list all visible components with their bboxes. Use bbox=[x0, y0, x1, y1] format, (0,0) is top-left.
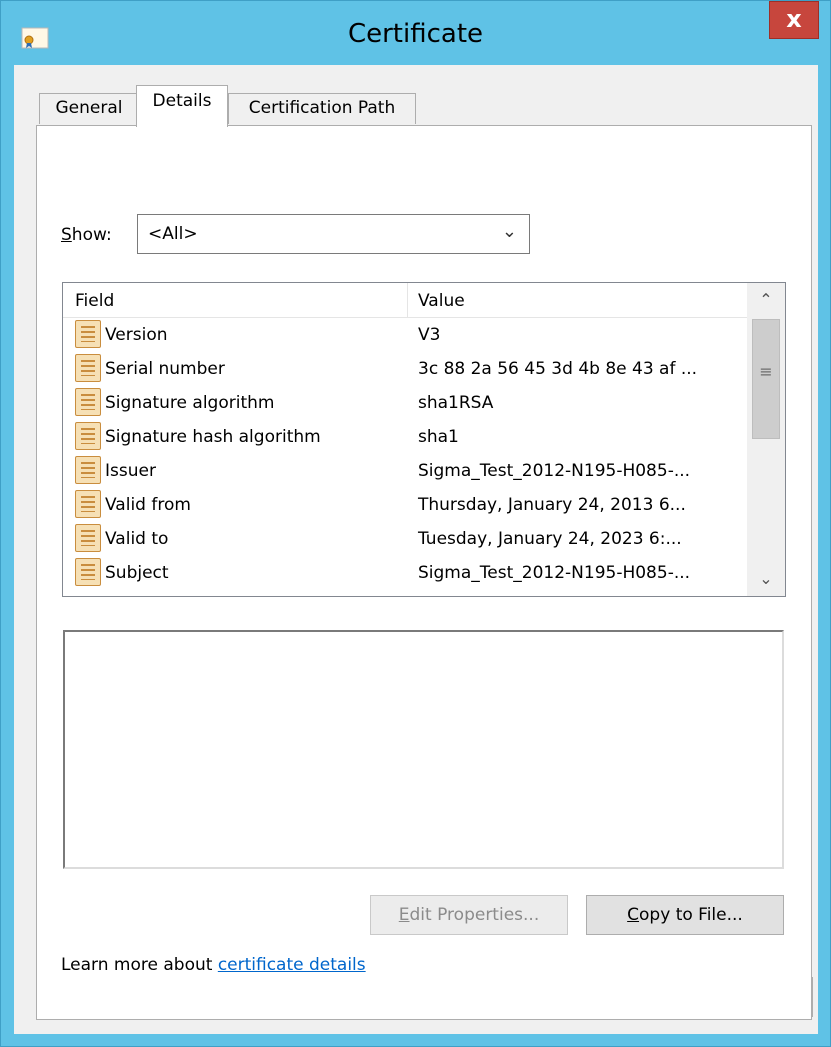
column-divider[interactable] bbox=[407, 283, 408, 317]
row-value: Sigma_Test_2012-N195-H085-... bbox=[418, 461, 691, 481]
row-value: sha1RSA bbox=[418, 393, 494, 413]
tab-general[interactable]: General bbox=[39, 93, 139, 124]
scroll-up-arrow-icon[interactable]: ⌃ bbox=[747, 283, 785, 317]
tab-details[interactable]: Details bbox=[136, 85, 228, 127]
show-label: Show: bbox=[61, 225, 112, 245]
certificate-field-icon bbox=[75, 524, 101, 552]
copy-to-file-mnemonic: C bbox=[627, 905, 640, 925]
tab-label: Details bbox=[152, 91, 212, 111]
title-bar[interactable]: Certificate x bbox=[1, 1, 830, 65]
close-button[interactable]: x bbox=[769, 1, 819, 39]
row-value: Sigma_Test_2012-N195-H085-... bbox=[418, 563, 691, 583]
field-value-textbox[interactable] bbox=[63, 630, 784, 869]
row-field: Subject bbox=[105, 563, 169, 583]
row-value: 3c 88 2a 56 45 3d 4b 8e 43 af ... bbox=[418, 359, 698, 379]
tab-certification-path[interactable]: Certification Path bbox=[228, 93, 416, 124]
row-field: Version bbox=[105, 325, 168, 345]
show-dropdown[interactable]: <All> ⌄ bbox=[137, 214, 530, 254]
certificate-field-icon bbox=[75, 388, 101, 416]
certificate-details-link[interactable]: certificate details bbox=[218, 955, 366, 975]
show-label-mnemonic: S bbox=[61, 225, 72, 245]
certificate-field-icon bbox=[75, 354, 101, 382]
row-field: Valid from bbox=[105, 495, 191, 515]
certificate-field-icon bbox=[75, 558, 101, 586]
copy-to-file-button[interactable]: Copy to File... bbox=[586, 895, 784, 935]
copy-to-file-label: opy to File... bbox=[639, 905, 743, 925]
row-field: Signature hash algorithm bbox=[105, 427, 321, 447]
list-row[interactable]: Signature algorithm sha1RSA bbox=[63, 385, 747, 419]
details-panel: Show: <All> ⌄ Field Value Version V3 Ser… bbox=[36, 125, 812, 1020]
fields-list[interactable]: Field Value Version V3 Serial number 3c … bbox=[62, 282, 786, 597]
row-field: Valid to bbox=[105, 529, 169, 549]
list-row[interactable]: Issuer Sigma_Test_2012-N195-H085-... bbox=[63, 453, 747, 487]
certificate-window: Certificate x General Details Certificat… bbox=[0, 0, 831, 1047]
row-value: V3 bbox=[418, 325, 441, 345]
window-title: Certificate bbox=[347, 19, 484, 49]
row-value: Tuesday, January 24, 2023 6:... bbox=[418, 529, 682, 549]
tab-label: General bbox=[55, 98, 123, 118]
row-field: Serial number bbox=[105, 359, 225, 379]
edit-properties-mnemonic: E bbox=[398, 905, 410, 925]
tab-label: Certification Path bbox=[248, 98, 396, 118]
list-row[interactable]: Valid to Tuesday, January 24, 2023 6:... bbox=[63, 521, 747, 555]
list-header: Field Value bbox=[63, 283, 747, 318]
list-row[interactable]: Serial number 3c 88 2a 56 45 3d 4b 8e 43… bbox=[63, 351, 747, 385]
row-value: sha1 bbox=[418, 427, 459, 447]
row-field: Issuer bbox=[105, 461, 156, 481]
show-dropdown-value: <All> bbox=[148, 224, 198, 244]
scroll-down-arrow-icon[interactable]: ⌄ bbox=[747, 562, 785, 596]
chevron-down-icon: ⌄ bbox=[501, 221, 517, 242]
list-row[interactable]: Subject Sigma_Test_2012-N195-H085-... bbox=[63, 555, 747, 589]
certificate-field-icon bbox=[75, 422, 101, 450]
certificate-field-icon bbox=[75, 320, 101, 348]
list-row[interactable]: Valid from Thursday, January 24, 2013 6.… bbox=[63, 487, 747, 521]
scrollbar-thumb[interactable]: ≡ bbox=[752, 319, 780, 439]
certificate-field-icon bbox=[75, 490, 101, 518]
dialog-client: General Details Certification Path Show:… bbox=[14, 65, 818, 1034]
list-row[interactable]: Signature hash algorithm sha1 bbox=[63, 419, 747, 453]
grip-icon: ≡ bbox=[759, 362, 773, 381]
row-field: Signature algorithm bbox=[105, 393, 275, 413]
column-header-field[interactable]: Field bbox=[75, 291, 114, 311]
edit-properties-label: dit Properties... bbox=[409, 905, 540, 925]
row-value: Thursday, January 24, 2013 6... bbox=[418, 495, 686, 515]
learn-more-prefix: Learn more about bbox=[61, 955, 218, 975]
learn-more-text: Learn more about certificate details bbox=[61, 955, 366, 975]
column-header-value[interactable]: Value bbox=[418, 291, 465, 311]
close-icon: x bbox=[786, 5, 802, 33]
show-label-rest: how: bbox=[71, 225, 112, 245]
vertical-scrollbar[interactable]: ⌃ ≡ ⌄ bbox=[747, 283, 785, 596]
certificate-field-icon bbox=[75, 456, 101, 484]
list-row[interactable]: Version V3 bbox=[63, 317, 747, 351]
edit-properties-button[interactable]: Edit Properties... bbox=[370, 895, 568, 935]
